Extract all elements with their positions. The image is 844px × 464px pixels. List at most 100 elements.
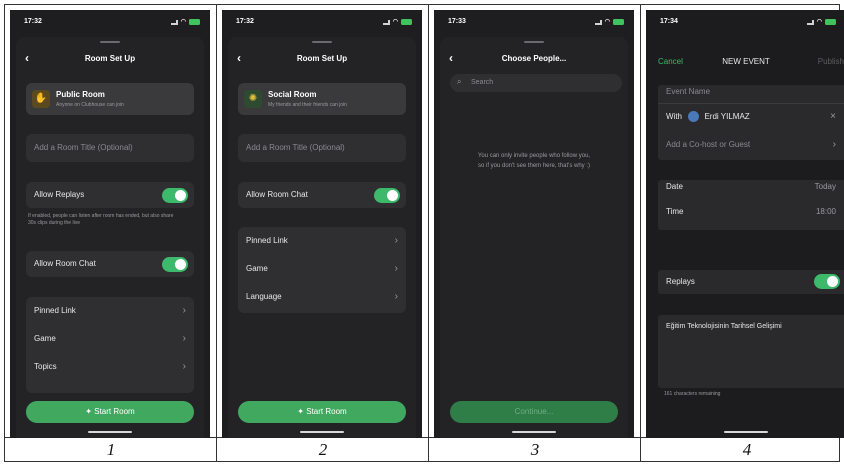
menu-item-label: Game — [34, 334, 56, 343]
page-title: Room Set Up — [296, 54, 348, 63]
host-row: With Erdi YILMAZ × — [666, 107, 842, 127]
menu-item-label: Game — [246, 264, 268, 273]
date-value: Today — [814, 182, 836, 191]
status-bar: 17:32 ◠ — [222, 18, 422, 28]
time-value: 18:00 — [815, 207, 836, 216]
date-label: Date — [666, 182, 683, 191]
caption-3: 3 — [530, 440, 540, 459]
room-title-input[interactable]: Add a Room Title (Optional) — [26, 134, 194, 162]
status-time: 17:32 — [24, 18, 42, 25]
room-type-card[interactable]: ✺ Social Room My friends and their frien… — [238, 83, 406, 115]
wifi-icon: ◠ — [604, 19, 610, 25]
divider — [658, 103, 844, 104]
chevron-right-icon: › — [182, 361, 186, 372]
menu-item-game[interactable]: Game › — [34, 325, 186, 353]
start-room-button[interactable]: ✦ Start Room — [26, 401, 194, 423]
page-title: Room Set Up — [84, 54, 136, 63]
menu-item-label: Language — [246, 292, 282, 301]
menu-item-pinned-link[interactable]: Pinned Link › — [34, 297, 186, 325]
battery-icon — [401, 19, 412, 25]
waving-hand-icon: ✋ — [32, 90, 50, 108]
room-title-placeholder: Add a Room Title (Optional) — [246, 143, 345, 152]
chevron-right-icon: › — [182, 305, 186, 316]
sheet-grabber[interactable] — [100, 41, 120, 43]
add-cohost-label: Add a Co-host or Guest — [666, 140, 751, 149]
wifi-icon: ◠ — [180, 19, 186, 25]
sheet-grabber[interactable] — [312, 41, 332, 43]
signal-icon — [170, 19, 178, 25]
event-details-card: Event Name With Erdi YILMAZ × Add a Co-h… — [658, 85, 844, 160]
status-bar: 17:33 ◠ — [434, 18, 634, 28]
settings-menu: Pinned Link › Game › Topics › — [26, 297, 194, 393]
continue-button[interactable]: Continue... — [450, 401, 618, 423]
start-room-button[interactable]: ✦ Start Room — [238, 401, 406, 423]
room-type-name: Social Room — [268, 90, 317, 99]
chevron-right-icon: › — [394, 291, 398, 302]
sheet-grabber[interactable] — [524, 41, 544, 43]
room-title-placeholder: Add a Room Title (Optional) — [34, 143, 133, 152]
event-name-input[interactable]: Event Name — [666, 81, 842, 103]
search-input[interactable]: ⌕ Search — [450, 74, 622, 92]
avatar — [688, 111, 700, 123]
status-time: 17:34 — [660, 18, 678, 25]
signal-icon — [594, 19, 602, 25]
phone-screen-1: 17:32 ◠ ‹ Room Set Up ✋ Public Room Anyo… — [10, 10, 210, 438]
settings-menu: Pinned Link › Game › Language › — [238, 227, 406, 313]
divider — [216, 5, 217, 461]
battery-icon — [613, 19, 624, 25]
wifi-icon: ◠ — [816, 19, 822, 25]
menu-item-pinned-link[interactable]: Pinned Link › — [246, 227, 398, 255]
signal-icon — [382, 19, 390, 25]
room-title-input[interactable]: Add a Room Title (Optional) — [238, 134, 406, 162]
replays-toggle[interactable] — [814, 274, 840, 289]
room-type-desc: Anyone on Clubhouse can join — [56, 102, 124, 108]
description-text: Eğitim Teknolojisinin Tarihsel Gelişimi — [666, 323, 782, 330]
room-setup-sheet: ‹ Room Set Up ✋ Public Room Anyone on Cl… — [16, 37, 204, 438]
allow-chat-row: Allow Room Chat — [26, 251, 194, 277]
room-type-card[interactable]: ✋ Public Room Anyone on Clubhouse can jo… — [26, 83, 194, 115]
page-title: NEW EVENT — [722, 57, 770, 66]
time-row[interactable]: Time 18:00 — [666, 201, 842, 223]
social-room-icon: ✺ — [244, 90, 262, 108]
room-type-name: Public Room — [56, 90, 105, 99]
menu-item-language[interactable]: Language › — [246, 283, 398, 311]
home-indicator — [512, 431, 556, 433]
caption-4: 4 — [742, 440, 752, 459]
status-time: 17:32 — [236, 18, 254, 25]
divider — [640, 5, 641, 461]
invite-info-line: so if you don't see them here, that's wh… — [477, 163, 590, 169]
characters-remaining: 161 characters remaining — [664, 391, 721, 397]
publish-button[interactable]: Publish — [818, 57, 844, 66]
add-cohost-row[interactable]: Add a Co-host or Guest › — [666, 135, 842, 155]
menu-item-game[interactable]: Game › — [246, 255, 398, 283]
phone-screen-4: 17:34 ◠ Cancel NEW EVENT Publish Event N… — [646, 10, 844, 438]
divider — [428, 5, 429, 461]
description-textarea[interactable]: Eğitim Teknolojisinin Tarihsel Gelişimi — [658, 315, 844, 388]
caption-2: 2 — [318, 440, 328, 459]
sparkle-icon: ✦ — [85, 407, 95, 416]
allow-chat-toggle[interactable] — [162, 257, 188, 272]
start-room-label: Start Room — [94, 407, 135, 416]
search-icon: ⌕ — [457, 77, 462, 86]
allow-chat-toggle[interactable] — [374, 188, 400, 203]
chevron-right-icon: › — [394, 263, 398, 274]
menu-item-label: Pinned Link — [246, 236, 288, 245]
menu-item-label: Pinned Link — [34, 306, 76, 315]
allow-replays-toggle[interactable] — [162, 188, 188, 203]
search-placeholder: Search — [471, 79, 494, 86]
continue-label: Continue... — [514, 407, 554, 416]
close-icon[interactable]: × — [830, 107, 836, 127]
phone-screen-2: 17:32 ◠ ‹ Room Set Up ✺ Social Room My f… — [222, 10, 422, 438]
chevron-right-icon: › — [394, 235, 398, 246]
room-type-desc: My friends and their friends can join — [268, 102, 347, 108]
menu-item-topics[interactable]: Topics › — [34, 353, 186, 381]
status-bar: 17:34 ◠ — [646, 18, 844, 28]
status-bar: 17:32 ◠ — [10, 18, 210, 28]
figure-grid: 1 2 3 4 17:32 ◠ ‹ Room Set Up ✋ Public R… — [4, 4, 844, 462]
date-time-card: Date Today Time 18:00 — [658, 180, 844, 230]
signal-icon — [806, 19, 814, 25]
date-row[interactable]: Date Today — [666, 176, 842, 198]
home-indicator — [88, 431, 132, 433]
home-indicator — [300, 431, 344, 433]
chevron-right-icon: › — [182, 333, 186, 344]
